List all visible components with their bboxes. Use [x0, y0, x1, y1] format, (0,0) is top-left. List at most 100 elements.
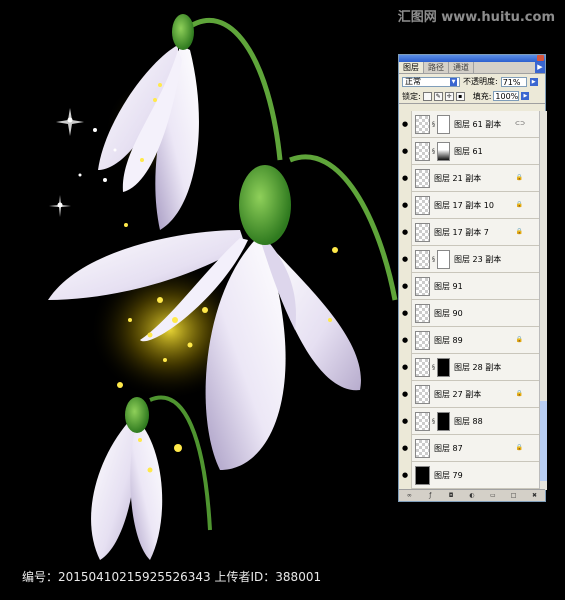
layer-thumbnail: [415, 114, 430, 134]
layer-thumbnail: [415, 330, 430, 350]
layer-row[interactable]: ● § 图层 28 副本: [399, 353, 539, 381]
new-group-icon[interactable]: ▭: [489, 492, 497, 499]
eye-icon[interactable]: ●: [399, 461, 412, 489]
opacity-label: 不透明度:: [463, 77, 498, 86]
layer-row[interactable]: ● 图层 91: [399, 272, 539, 300]
layer-mask-thumbnail[interactable]: [437, 357, 450, 377]
eye-icon[interactable]: ●: [399, 326, 412, 354]
layer-row[interactable]: ● § 图层 88: [399, 407, 539, 435]
lock-icon: 🔒: [515, 444, 523, 451]
layer-thumbnail: [415, 141, 430, 161]
layer-row[interactable]: ● 图层 21 副本 🔒: [399, 164, 539, 192]
layer-name: 图层 61 副本: [454, 119, 502, 129]
lock-icon: 🔒: [515, 201, 523, 208]
eye-icon[interactable]: ●: [399, 353, 412, 381]
layer-name: 图层 90: [434, 308, 463, 318]
layer-thumbnail: [415, 168, 430, 188]
close-icon[interactable]: [537, 55, 544, 61]
layers-panel: 图层 路径 通道 ▶ 正常 ▼ 不透明度: 71% ▶ 锁定: ✎ ✛ ▪ 填充…: [398, 54, 547, 502]
watermark: 汇图网 www.huitu.com: [397, 10, 555, 25]
tab-layers[interactable]: 图层: [399, 62, 424, 73]
layer-row[interactable]: ● 图层 17 副本 10 🔒: [399, 191, 539, 219]
layer-thumbnail: [415, 303, 430, 323]
layer-list: ● § 图层 61 副本 ⊂⊃ ● § 图层 61 ● 图层 21 副本 🔒 ● 图层 17 副本 1…: [399, 111, 539, 490]
eye-icon[interactable]: ●: [399, 299, 412, 327]
tab-paths[interactable]: 路径: [424, 62, 449, 73]
eye-icon[interactable]: ●: [399, 191, 412, 219]
blend-mode-value: 正常: [405, 77, 421, 86]
chevron-down-icon: ▼: [450, 77, 457, 86]
adjustment-layer-icon[interactable]: ◐: [468, 492, 476, 499]
layer-mask-thumbnail[interactable]: [437, 411, 450, 431]
chain-link-icon[interactable]: §: [431, 148, 436, 155]
eye-icon[interactable]: ●: [399, 137, 412, 165]
link-layers-icon[interactable]: ∞: [405, 492, 413, 499]
fill-label: 填充:: [472, 91, 492, 101]
layer-name: 图层 17 副本 10: [434, 200, 494, 210]
opacity-field[interactable]: 71%: [500, 76, 527, 87]
eye-icon[interactable]: ●: [399, 218, 412, 246]
blend-row: 正常 ▼ 不透明度: 71% ▶: [399, 74, 545, 89]
panel-tabs: 图层 路径 通道 ▶: [399, 62, 545, 74]
layer-thumbnail: [415, 411, 430, 431]
layer-thumbnail: [415, 357, 430, 377]
new-layer-icon[interactable]: □: [510, 492, 518, 499]
add-mask-icon[interactable]: ◘: [447, 492, 455, 499]
eye-icon[interactable]: ●: [399, 407, 412, 435]
eye-icon[interactable]: ●: [399, 272, 412, 300]
layer-name: 图层 87: [434, 443, 463, 453]
fill-slider-icon[interactable]: ▶: [521, 92, 530, 100]
lock-position-icon[interactable]: ✛: [444, 91, 454, 101]
layer-row[interactable]: ● 图层 89 🔒: [399, 326, 539, 354]
layer-scrollbar[interactable]: [539, 111, 547, 490]
layer-row[interactable]: ● 图层 90: [399, 299, 539, 327]
fill-field[interactable]: 100%: [493, 91, 520, 101]
layer-name: 图层 61: [454, 146, 483, 156]
layer-mask-thumbnail[interactable]: [437, 114, 450, 134]
chain-link-icon[interactable]: §: [431, 418, 436, 425]
layer-thumbnail: [415, 465, 430, 485]
layer-row[interactable]: ● § 图层 61: [399, 137, 539, 165]
opacity-slider-icon[interactable]: ▶: [529, 77, 538, 86]
lock-image-icon[interactable]: ✎: [433, 91, 443, 101]
layer-name: 图层 23 副本: [454, 254, 502, 264]
bottom-flower: [91, 397, 163, 560]
layer-row[interactable]: ● 图层 27 副本 🔒: [399, 380, 539, 408]
layer-style-icon[interactable]: ƒ: [426, 492, 434, 499]
tab-channels[interactable]: 通道: [449, 62, 474, 73]
lock-all-icon[interactable]: ▪: [455, 91, 465, 101]
footer-info: 编号：20150410215925526343 上传者ID：388001: [22, 570, 322, 584]
eye-icon[interactable]: ●: [399, 111, 412, 138]
chain-link-icon[interactable]: §: [431, 121, 436, 128]
panel-titlebar[interactable]: [399, 55, 545, 62]
layer-row[interactable]: ● 图层 17 副本 7 🔒: [399, 218, 539, 246]
link-icon: ⊂⊃: [514, 120, 525, 127]
blend-mode-select[interactable]: 正常 ▼: [402, 76, 460, 87]
layer-row[interactable]: ● 图层 87 🔒: [399, 434, 539, 462]
trash-icon[interactable]: ✖: [530, 492, 538, 499]
layer-name: 图层 91: [434, 281, 463, 291]
layer-row[interactable]: ● 图层 79: [399, 461, 539, 489]
chain-link-icon[interactable]: §: [431, 256, 436, 263]
lock-icon: 🔒: [515, 390, 523, 397]
panel-bottom-toolbar: ∞ ƒ ◘ ◐ ▭ □ ✖: [399, 489, 545, 501]
chain-link-icon[interactable]: §: [431, 364, 436, 371]
lock-transparency-icon[interactable]: [422, 91, 432, 101]
eye-icon[interactable]: ●: [399, 164, 412, 192]
layer-mask-thumbnail[interactable]: [437, 249, 450, 269]
scroll-thumb[interactable]: [540, 401, 547, 481]
panel-menu-icon[interactable]: ▶: [535, 62, 545, 73]
eye-icon[interactable]: ●: [399, 380, 412, 408]
lock-label: 锁定:: [402, 91, 421, 101]
layer-row[interactable]: ● § 图层 61 副本 ⊂⊃: [399, 111, 539, 138]
eye-icon[interactable]: ●: [399, 245, 412, 273]
layer-name: 图层 88: [454, 416, 483, 426]
eye-icon[interactable]: ●: [399, 434, 412, 462]
lock-icon: 🔒: [515, 228, 523, 235]
layer-mask-thumbnail[interactable]: [437, 141, 450, 161]
layer-row[interactable]: ● § 图层 23 副本: [399, 245, 539, 273]
lock-icon: 🔒: [515, 336, 523, 343]
layer-thumbnail: [415, 222, 430, 242]
layer-thumbnail: [415, 195, 430, 215]
layer-name: 图层 79: [434, 470, 463, 480]
